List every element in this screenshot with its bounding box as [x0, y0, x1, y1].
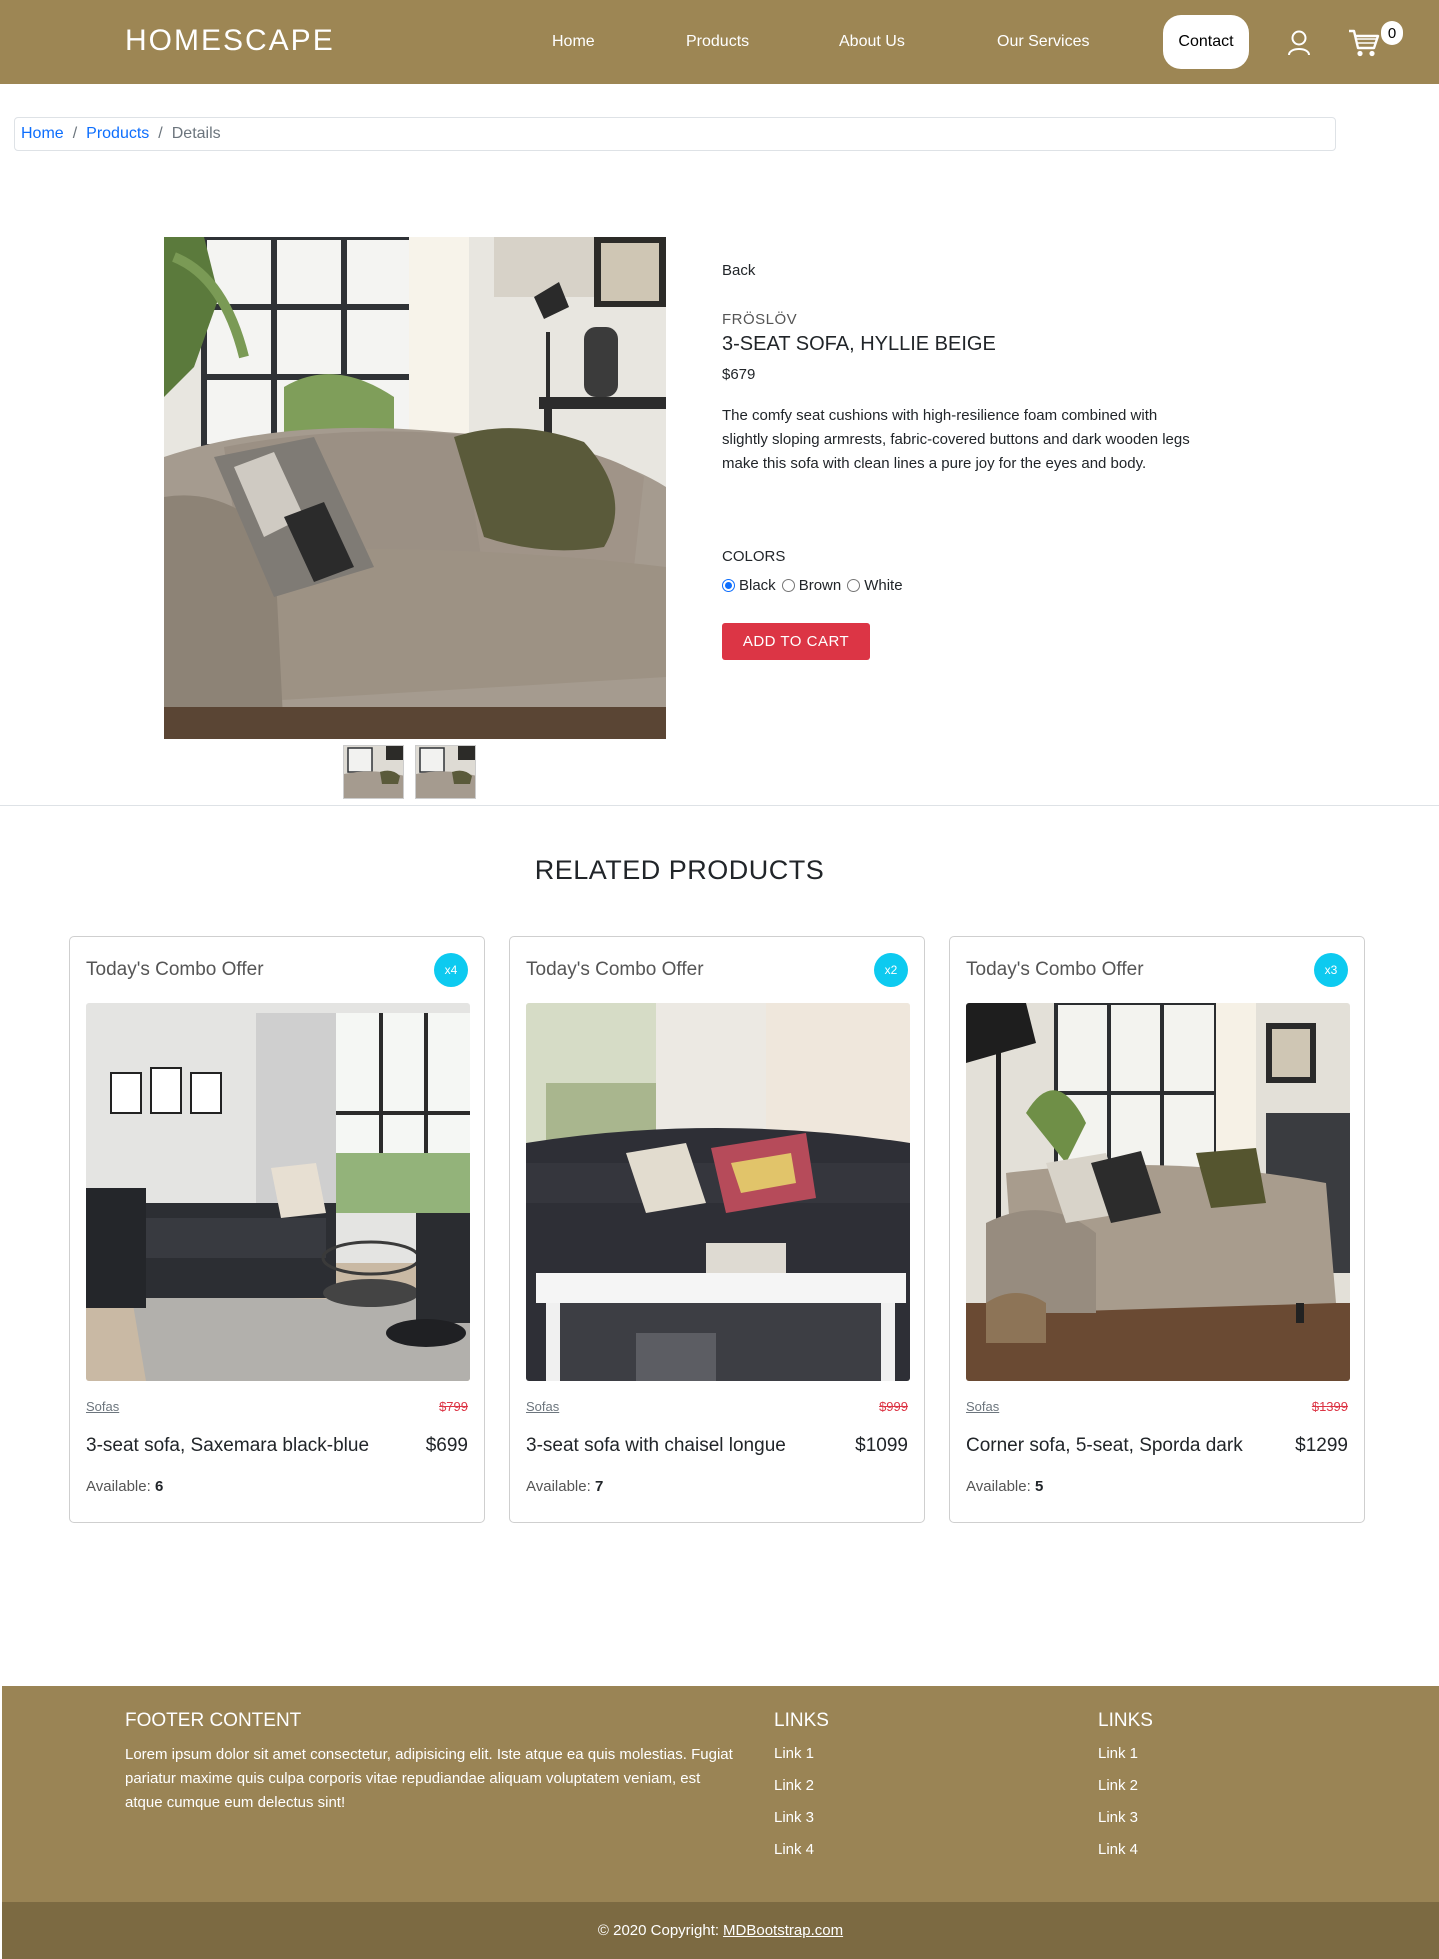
card-price: $1099 — [855, 1435, 908, 1456]
nav-our-services[interactable]: Our Services — [997, 33, 1089, 51]
breadcrumb-separator: / — [72, 125, 78, 142]
user-icon[interactable] — [1287, 30, 1311, 56]
footer-copyright-bar: © 2020 Copyright: MDBootstrap.com — [2, 1902, 1439, 1959]
footer-link-3[interactable]: Link 3 — [774, 1809, 814, 1826]
availability-label: Available: — [966, 1478, 1031, 1495]
color-label-brown[interactable]: Brown — [799, 577, 842, 594]
product-card[interactable]: Today's Combo Offer x3 Sofas $1399 Corne… — [949, 936, 1365, 1523]
color-radio-white[interactable] — [847, 579, 861, 592]
breadcrumb: Home / Products / Details — [14, 117, 1336, 151]
color-radio-black[interactable] — [722, 579, 735, 592]
footer-link-2[interactable]: Link 2 — [774, 1777, 814, 1794]
card-product-name[interactable]: 3-seat sofa, Saxemara black-blue — [86, 1435, 369, 1457]
footer-links-title-1: LINKS — [774, 1710, 829, 1731]
footer-link-3[interactable]: Link 3 — [1098, 1809, 1138, 1826]
availability-label: Available: — [526, 1478, 591, 1495]
color-options: Black Brown White — [722, 577, 909, 594]
footer-content-text: Lorem ipsum dolor sit amet consectetur, … — [125, 1746, 733, 1811]
product-title: 3-SEAT SOFA, HYLLIE BEIGE — [722, 333, 996, 355]
card-availability: Available: 5 — [966, 1478, 1043, 1495]
back-link[interactable]: Back — [722, 262, 755, 279]
card-product-name[interactable]: 3-seat sofa with chaisel longue — [526, 1435, 786, 1457]
availability-label: Available: — [86, 1478, 151, 1495]
contact-button[interactable]: Contact — [1163, 15, 1249, 69]
product-thumbnail-2[interactable] — [415, 745, 476, 799]
footer-link-4[interactable]: Link 4 — [774, 1841, 814, 1858]
card-category-link[interactable]: Sofas — [86, 1399, 119, 1414]
cart-icon[interactable] — [1348, 28, 1380, 58]
copyright-text: © 2020 Copyright: — [597, 1922, 720, 1939]
combo-badge: x2 — [874, 953, 908, 987]
breadcrumb-current: Details — [171, 125, 221, 142]
section-divider — [0, 805, 1439, 806]
product-main-image — [164, 237, 666, 739]
product-price: $679 — [722, 366, 756, 383]
card-old-price: $1399 — [1311, 1399, 1348, 1414]
footer-link-1[interactable]: Link 1 — [774, 1745, 814, 1762]
card-product-image[interactable] — [526, 1003, 910, 1381]
product-card[interactable]: Today's Combo Offer x2 Sofas $999 3-seat… — [509, 936, 925, 1523]
card-product-image[interactable] — [86, 1003, 470, 1381]
card-old-price: $999 — [879, 1399, 908, 1414]
nav-about-us[interactable]: About Us — [839, 33, 905, 51]
breadcrumb-products[interactable]: Products — [86, 125, 149, 143]
card-category-link[interactable]: Sofas — [966, 1399, 999, 1414]
combo-badge: x4 — [434, 953, 468, 987]
color-label-black[interactable]: Black — [739, 577, 776, 594]
combo-badge: x3 — [1314, 953, 1348, 987]
card-category-link[interactable]: Sofas — [526, 1399, 559, 1414]
brand-logo[interactable]: HOMESCAPE — [125, 24, 335, 58]
card-product-name[interactable]: Corner sofa, 5-seat, Sporda dark — [966, 1435, 1243, 1457]
footer-links-title-2: LINKS — [1098, 1710, 1153, 1731]
availability-count: 7 — [594, 1478, 604, 1495]
product-card[interactable]: Today's Combo Offer x4 Sofas $799 3-seat… — [69, 936, 485, 1523]
color-label-white[interactable]: White — [864, 577, 902, 594]
card-old-price: $799 — [439, 1399, 468, 1414]
breadcrumb-separator: / — [158, 125, 163, 142]
product-description: The comfy seat cushions with high-resili… — [722, 407, 1190, 472]
footer-content-title: FOOTER CONTENT — [125, 1710, 302, 1731]
navbar: HOMESCAPE Home Products About Us Our Ser… — [0, 0, 1439, 84]
copyright-link[interactable]: MDBootstrap.com — [723, 1922, 843, 1939]
product-thumbnail-1[interactable] — [343, 745, 404, 799]
related-products-heading: RELATED PRODUCTS — [534, 855, 825, 885]
card-header: Today's Combo Offer — [86, 959, 264, 980]
nav-products[interactable]: Products — [686, 33, 749, 51]
footer-link-4[interactable]: Link 4 — [1098, 1841, 1138, 1858]
availability-count: 5 — [1034, 1478, 1044, 1495]
nav-home[interactable]: Home — [552, 33, 595, 51]
card-product-image[interactable] — [966, 1003, 1350, 1381]
card-availability: Available: 6 — [86, 1478, 163, 1495]
footer-link-1[interactable]: Link 1 — [1098, 1745, 1138, 1762]
card-price: $1299 — [1295, 1435, 1348, 1456]
card-header: Today's Combo Offer — [966, 959, 1144, 980]
footer-link-2[interactable]: Link 2 — [1098, 1777, 1138, 1794]
product-brand: FRÖSLÖV — [722, 311, 798, 328]
add-to-cart-button[interactable]: ADD TO CART — [722, 623, 870, 660]
card-price: $699 — [425, 1435, 468, 1456]
availability-count: 6 — [154, 1478, 164, 1495]
card-header: Today's Combo Offer — [526, 959, 704, 980]
breadcrumb-home[interactable]: Home — [21, 125, 64, 143]
card-availability: Available: 7 — [526, 1478, 603, 1495]
cart-count-badge: 0 — [1381, 21, 1403, 45]
color-radio-brown[interactable] — [781, 579, 795, 592]
colors-heading: COLORS — [722, 548, 786, 565]
